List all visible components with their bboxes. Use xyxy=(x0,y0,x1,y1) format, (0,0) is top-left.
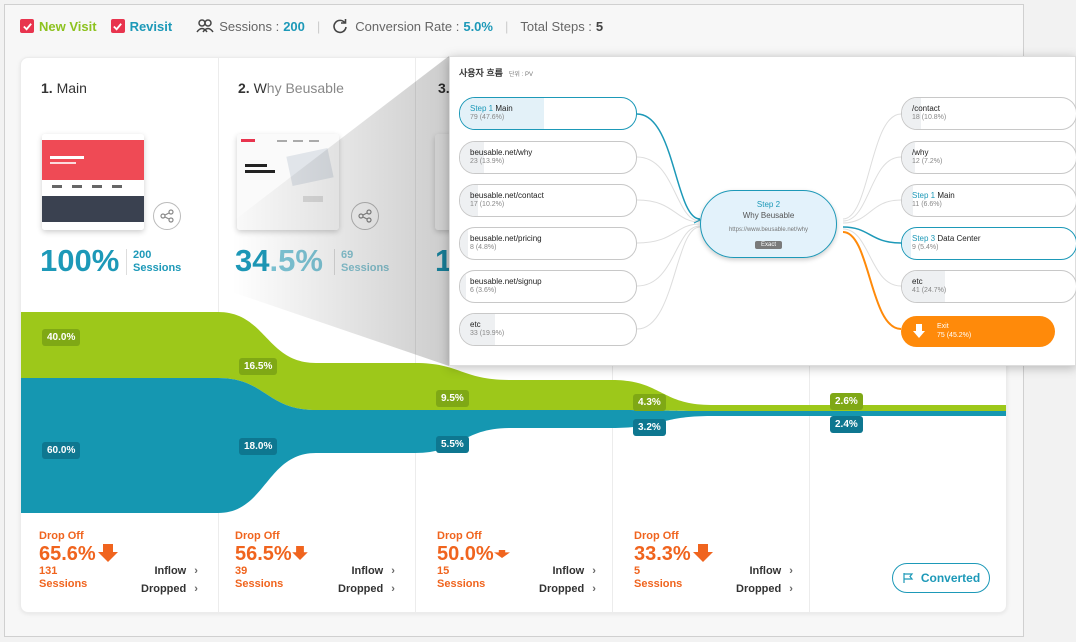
revisit-checkbox[interactable] xyxy=(110,19,125,33)
divider: | xyxy=(316,18,321,34)
flow-label-green-5: 2.6% xyxy=(830,393,863,410)
flow-label-blue-2: 18.0% xyxy=(239,438,278,455)
destination-node[interactable]: /contact 18 (10.8%) xyxy=(901,97,1076,130)
share-icon[interactable] xyxy=(153,202,181,230)
share-icon[interactable] xyxy=(351,202,379,230)
refresh-icon xyxy=(332,19,350,34)
sessions-label: Sessions : xyxy=(219,18,280,34)
flow-label-blue-4: 3.2% xyxy=(633,419,666,436)
destination-node[interactable]: Step 1 Main 11 (6.6%) xyxy=(901,184,1076,217)
destination-node[interactable]: etc 41 (24.7%) xyxy=(901,270,1076,303)
source-node[interactable]: beusable.net/why 23 (13.9%) xyxy=(459,141,637,174)
inflow-link[interactable]: Inflow › xyxy=(338,562,394,580)
step-1-thumbnail[interactable] xyxy=(42,134,144,230)
step-1-sessions: 200 Sessions xyxy=(126,249,181,275)
dropped-link[interactable]: Dropped › xyxy=(539,580,596,598)
revisit-label[interactable]: Revisit xyxy=(130,19,173,34)
step-2-sessions: 69 Sessions xyxy=(334,249,389,275)
flow-label-blue-3: 5.5% xyxy=(436,436,469,453)
flow-label-green-1: 40.0% xyxy=(42,329,81,346)
check-icon xyxy=(113,22,122,31)
flow-label-green-2: 16.5% xyxy=(239,358,278,375)
source-node-step1-main[interactable]: Step 1 Main 79 (47.6%) xyxy=(459,97,637,130)
source-node[interactable]: beusable.net/pricing 8 (4.8%) xyxy=(459,227,637,260)
dropoff-step-1: Drop Off 65.6% 131 Sessions xyxy=(39,530,96,590)
flag-icon xyxy=(903,573,914,583)
conversion-label: Conversion Rate : xyxy=(355,18,460,34)
drop-arrow-icon xyxy=(292,546,308,560)
drop-arrow-icon xyxy=(494,550,510,558)
inflow-link[interactable]: Inflow › xyxy=(141,562,197,580)
step-1-title: 1. Main xyxy=(41,80,87,96)
dropoff-step-2: Drop Off 56.5% 39 Sessions xyxy=(235,530,292,590)
dropped-link[interactable]: Dropped › xyxy=(338,580,395,598)
flow-links-step-4: Inflow › Dropped › xyxy=(736,562,793,598)
dropped-link[interactable]: Dropped › xyxy=(141,580,198,598)
drop-arrow-icon xyxy=(693,544,713,562)
flow-links-step-3: Inflow › Dropped › xyxy=(539,562,596,598)
dropoff-step-4: Drop Off 33.3% 5 Sessions xyxy=(634,530,691,590)
flow-links-step-1: Inflow › Dropped › xyxy=(141,562,198,598)
divider: | xyxy=(504,18,509,34)
filter-bar: New Visit Revisit Sessions : 200 | Conve… xyxy=(20,16,603,36)
flow-label-green-4: 4.3% xyxy=(633,394,666,411)
exit-node[interactable]: Exit 75 (45.2%) xyxy=(901,316,1055,347)
source-node[interactable]: etc 33 (19.9%) xyxy=(459,313,637,346)
user-flow-popup: 사용자 흐름 단위 : PV Step 1 Main 79 (47.6%) beus… xyxy=(449,56,1076,366)
new-visit-label[interactable]: New Visit xyxy=(39,19,97,34)
check-icon xyxy=(22,22,32,31)
flow-label-blue-1: 60.0% xyxy=(42,442,81,459)
current-step-node[interactable]: Step 2 Why Beusable https://www.beusable… xyxy=(700,190,837,258)
flow-label-blue-5: 2.4% xyxy=(830,416,863,433)
source-node[interactable]: beusable.net/signup 6 (3.6%) xyxy=(459,270,637,303)
sessions-value: 200 xyxy=(283,18,305,34)
dropped-link[interactable]: Dropped › xyxy=(736,580,793,598)
inflow-link[interactable]: Inflow › xyxy=(539,562,595,580)
flow-label-green-3: 9.5% xyxy=(436,390,469,407)
step-1-percent: 100% xyxy=(40,243,120,278)
inflow-link[interactable]: Inflow › xyxy=(736,562,792,580)
destination-node[interactable]: /why 12 (7.2%) xyxy=(901,141,1076,174)
source-node[interactable]: beusable.net/contact 17 (10.2%) xyxy=(459,184,637,217)
exact-badge: Exact xyxy=(754,241,782,249)
users-icon xyxy=(196,19,214,33)
step-2-title: 2. Why Beusable xyxy=(238,80,344,96)
destination-node-step3[interactable]: Step 3 Data Center 9 (5.4%) xyxy=(901,227,1076,260)
conversion-value: 5.0% xyxy=(463,18,493,34)
converted-button[interactable]: Converted xyxy=(892,563,990,593)
step-2-percent: 34.5% xyxy=(235,243,323,278)
total-steps-label: Total Steps : xyxy=(520,18,592,34)
flow-links-step-2: Inflow › Dropped › xyxy=(338,562,395,598)
drop-arrow-icon xyxy=(98,544,118,562)
new-visit-checkbox[interactable] xyxy=(20,19,34,33)
exit-arrow-icon xyxy=(913,324,925,338)
step-2-thumbnail[interactable] xyxy=(237,134,339,230)
total-steps-value: 5 xyxy=(595,18,604,34)
step-3-title: 3. xyxy=(438,80,450,96)
dropoff-step-3: Drop Off 50.0% 15 Sessions xyxy=(437,530,494,590)
